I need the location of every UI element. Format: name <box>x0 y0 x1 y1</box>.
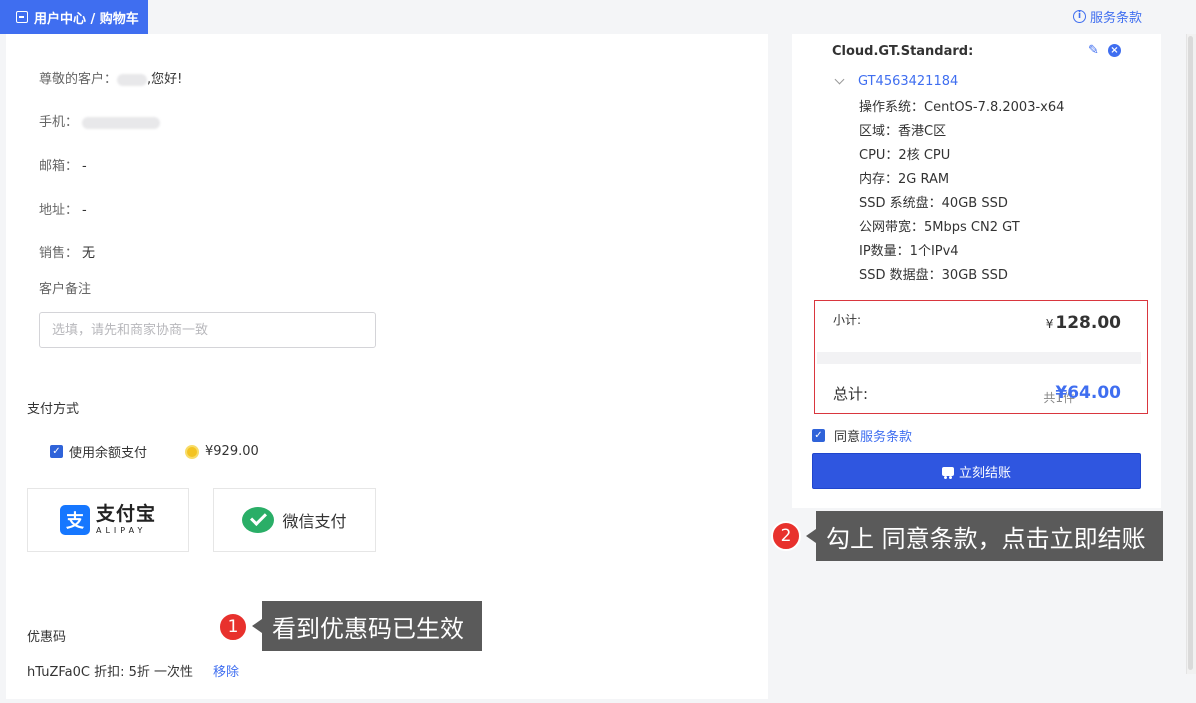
greeting-row: 尊敬的客户： ,您好! <box>39 68 182 87</box>
remark-input[interactable] <box>39 312 376 348</box>
remark-label: 客户备注 <box>39 282 92 297</box>
sales-value: 无 <box>82 246 96 261</box>
subtotal-label: 小计: <box>833 313 862 327</box>
pencil-icon[interactable]: ✎ <box>1088 44 1101 57</box>
info-icon: i <box>1073 10 1086 23</box>
agree-terms-checkbox[interactable]: ✓ <box>812 429 825 442</box>
wechat-name: 微信支付 <box>282 512 347 531</box>
alipay-icon: 支 <box>59 505 90 535</box>
address-value: - <box>82 203 87 218</box>
total-label: 总计: <box>833 385 869 403</box>
scrollbar-thumb[interactable] <box>1188 36 1193 670</box>
breadcrumb[interactable]: 用户中心 / 购物车 <box>0 0 148 34</box>
coupon-title: 优惠码 <box>27 630 67 645</box>
callout-1: 看到优惠码已生效 <box>252 601 482 651</box>
order-summary-card: Cloud.GT.Standard: ✎ × GT4563421184 操作系统… <box>792 34 1161 508</box>
subtotal-amount: 128.00 <box>1055 313 1121 333</box>
email-value: - <box>82 159 87 174</box>
use-balance-row[interactable]: ✓ 使用余额支付 ¥929.00 <box>50 442 259 461</box>
product-id[interactable]: GT4563421184 <box>858 74 958 89</box>
terms-link-label: 服务条款 <box>1090 11 1143 26</box>
alipay-logo: 支 支付宝 ALIPAY <box>59 503 156 535</box>
coupon-code: hTuZFa0C 折扣: 5折 一次性 <box>27 665 193 680</box>
sales-row: 销售：无 <box>39 242 95 261</box>
greeting-suffix: ,您好! <box>147 72 183 87</box>
price-summary-highlight: 小计: ¥128.00 总计: 共1件 ¥64.00 <box>814 300 1148 414</box>
coupon-row: hTuZFa0C 折扣: 5折 一次性 移除 <box>27 661 239 680</box>
alipay-option[interactable]: 支 支付宝 ALIPAY <box>27 488 189 552</box>
sign-in-icon <box>16 11 28 23</box>
step-badge-2: 2 <box>771 521 801 551</box>
spec-line: 内存：2G RAM <box>859 172 950 187</box>
email-label: 邮箱： <box>39 159 79 174</box>
balance-amount: ¥929.00 <box>205 444 259 459</box>
redacted-phone <box>82 116 161 129</box>
address-label: 地址： <box>39 203 79 218</box>
spec-line: SSD 数据盘：30GB SSD <box>859 268 1008 283</box>
greeting-prefix: 尊敬的客户： <box>39 72 118 87</box>
sales-label: 销售： <box>39 246 79 261</box>
checkout-label: 立刻结账 <box>958 465 1011 481</box>
subtotal-value: ¥128.00 <box>1046 313 1121 333</box>
breadcrumb-text: 用户中心 / 购物车 <box>34 11 139 27</box>
agree-prefix: 同意 <box>834 430 861 445</box>
wechat-logo: 微信支付 <box>242 507 347 533</box>
phone-row: 手机： <box>39 111 161 130</box>
spec-line: SSD 系统盘：40GB SSD <box>859 196 1008 211</box>
product-name: Cloud.GT.Standard: <box>832 44 974 59</box>
alipay-name: 支付宝 <box>95 503 156 525</box>
spec-line: IP数量：1个IPv4 <box>859 244 959 259</box>
total-value: ¥64.00 <box>1055 383 1121 403</box>
spec-line: 操作系统：CentOS-7.8.2003-x64 <box>859 100 1065 115</box>
spec-line: 区域：香港C区 <box>859 124 947 139</box>
spec-line: CPU：2核 CPU <box>859 148 951 163</box>
address-row: 地址： - <box>39 199 87 218</box>
coupon-remove-link[interactable]: 移除 <box>213 661 239 680</box>
phone-label: 手机： <box>39 115 79 130</box>
truck-icon <box>941 466 954 479</box>
alipay-subtitle: ALIPAY <box>95 526 147 535</box>
use-balance-label: 使用余额支付 <box>69 446 148 461</box>
checkout-button[interactable]: 立刻结账 <box>812 453 1141 489</box>
wechat-icon <box>242 507 275 533</box>
customer-panel: 尊敬的客户：,您好! 手机： 邮箱：- 地址：- 销售：无 客户备注 支付方式 … <box>6 34 768 699</box>
subtotal-currency: ¥ <box>1045 317 1054 331</box>
email-row: 邮箱： - <box>39 155 87 174</box>
agree-terms-row[interactable]: ✓ 同意服务条款 <box>812 426 912 445</box>
payment-title: 支付方式 <box>27 402 80 417</box>
terms-link-top[interactable]: i 服务条款 <box>1073 7 1142 26</box>
close-icon[interactable]: × <box>1108 44 1121 57</box>
step-badge-1: 1 <box>218 612 248 642</box>
spec-line: 公网带宽：5Mbps CN2 GT <box>859 220 1020 235</box>
coin-icon <box>185 444 200 459</box>
use-balance-checkbox[interactable]: ✓ <box>50 445 63 458</box>
wechat-option[interactable]: 微信支付 <box>213 488 376 552</box>
redacted-name <box>117 73 148 86</box>
callout-2: 勾上 同意条款，点击立即结账 <box>806 511 1163 561</box>
agree-terms-link[interactable]: 服务条款 <box>860 430 912 445</box>
chevron-down-icon[interactable] <box>834 74 845 85</box>
divider <box>817 352 1141 364</box>
